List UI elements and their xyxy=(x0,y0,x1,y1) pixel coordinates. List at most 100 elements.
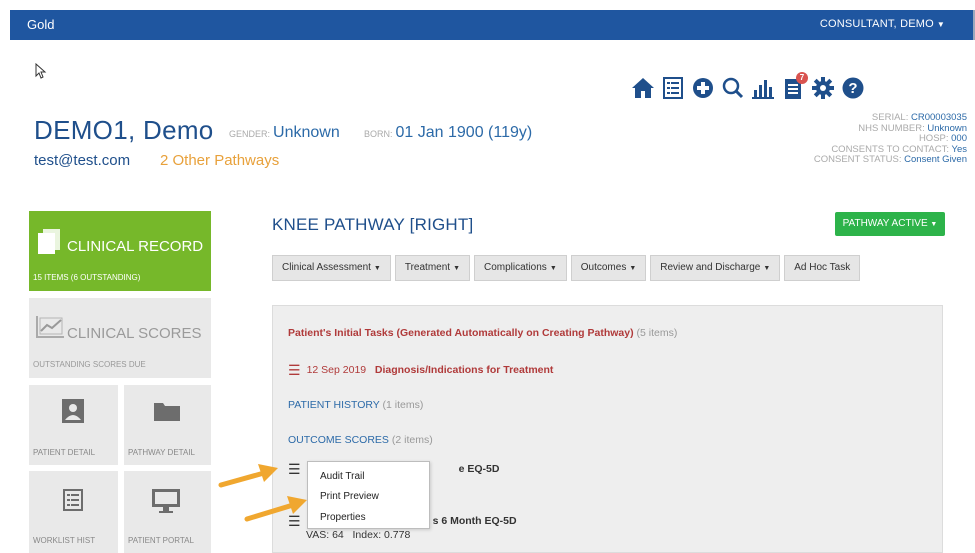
pathway-detail-tile[interactable]: PATHWAY DETAIL xyxy=(124,385,211,465)
pathway-tabs: Clinical Assessment ▼ Treatment ▼ Complica… xyxy=(272,255,861,281)
clinical-record-tile[interactable]: CLINICAL RECORD 15 ITEMS (6 OUTSTANDING) xyxy=(29,211,211,291)
outcome-score-title: e EQ-5D xyxy=(458,463,500,475)
bar-chart-icon[interactable] xyxy=(751,76,775,100)
svg-text:?: ? xyxy=(848,80,857,97)
born-info: BORN: 01 Jan 1900 (119y) xyxy=(364,124,532,142)
tab-ad-hoc-task[interactable]: Ad Hoc Task xyxy=(784,255,861,281)
plus-circle-icon[interactable] xyxy=(691,76,715,100)
brand-name[interactable]: Gold xyxy=(27,17,54,32)
gear-icon[interactable] xyxy=(811,76,835,100)
worklist-hist-label: WORKLIST HIST xyxy=(33,536,96,545)
menu-item-print-preview[interactable]: Print Preview xyxy=(320,491,379,502)
tab-review-and-discharge[interactable]: Review and Discharge ▼ xyxy=(650,255,781,281)
annotation-arrow xyxy=(218,464,278,488)
folder-icon xyxy=(154,403,180,421)
tab-label: Review and Discharge xyxy=(660,262,761,273)
born-value: 01 Jan 1900 (119y) xyxy=(395,124,533,141)
outcome-scores-group[interactable]: OUTCOME SCORES (2 items) xyxy=(288,434,433,446)
top-navbar: Gold CONSULTANT, DEMO ▼ xyxy=(10,10,975,40)
pathway-detail-label: PATHWAY DETAIL xyxy=(128,448,195,457)
user-menu[interactable]: CONSULTANT, DEMO ▼ xyxy=(820,18,945,30)
other-pathways-link[interactable]: 2 Other Pathways xyxy=(160,152,279,169)
serial-label: SERIAL: xyxy=(871,112,909,123)
nhs-value: Unknown xyxy=(927,122,967,134)
consent-contact-label: CONSENTS TO CONTACT: xyxy=(831,143,950,155)
pathway-status-button[interactable]: PATHWAY ACTIVE ▼ xyxy=(835,212,945,236)
search-icon[interactable] xyxy=(721,76,745,100)
initial-tasks-group[interactable]: Patient's Initial Tasks (Generated Autom… xyxy=(288,327,677,339)
caret-down-icon: ▼ xyxy=(936,20,945,29)
tab-treatment[interactable]: Treatment ▼ xyxy=(394,255,470,281)
menu-item-properties[interactable]: Properties xyxy=(320,512,366,523)
patient-history-group[interactable]: PATIENT HISTORY (1 items) xyxy=(288,399,423,411)
clipboard-icon[interactable]: 7 xyxy=(781,72,808,100)
gender-info: GENDER: Unknown xyxy=(229,124,340,142)
caret-down-icon: ▼ xyxy=(373,265,381,272)
annotation-arrow xyxy=(244,496,307,522)
patient-detail-label: PATIENT DETAIL xyxy=(33,448,96,457)
tab-label: Complications xyxy=(484,262,547,273)
pathway-title: KNEE PATHWAY [RIGHT] xyxy=(272,215,474,234)
context-menu: Audit Trail Print Preview Properties xyxy=(307,461,430,529)
patient-name: DEMO1, Demo xyxy=(34,115,214,145)
patient-detail-tile[interactable]: PATIENT DETAIL xyxy=(29,385,118,465)
patient-history-count: (1 items) xyxy=(382,399,424,411)
outcome-scores-title: OUTCOME SCORES xyxy=(288,434,389,446)
hosp-label: HOSP: xyxy=(918,133,949,144)
consent-status-value: Consent Given xyxy=(904,154,967,165)
patient-history-title: PATIENT HISTORY xyxy=(288,399,380,411)
nhs-label: NHS NUMBER: xyxy=(858,122,925,134)
diagnosis-title: Diagnosis/Indications for Treatment xyxy=(374,364,554,376)
diagnosis-row[interactable]: ☰ 12 Sep 2019 Diagnosis/Indications for T… xyxy=(288,362,553,379)
diagnosis-date: 12 Sep 2019 xyxy=(306,364,367,376)
caret-down-icon: ▼ xyxy=(549,265,557,272)
tab-complications[interactable]: Complications ▼ xyxy=(474,255,567,281)
hosp-value: 000 xyxy=(951,133,967,144)
patient-portal-tile[interactable]: PATIENT PORTAL xyxy=(124,471,211,553)
worklist-hist-tile[interactable]: WORKLIST HIST xyxy=(29,471,118,553)
gender-value: Unknown xyxy=(273,124,340,141)
clinical-scores-sub: OUTSTANDING SCORES DUE xyxy=(33,360,146,369)
menu-icon[interactable]: ☰ xyxy=(288,362,301,379)
index-value: Index: 0.778 xyxy=(352,529,411,541)
outcome-score-title: s 6 Month EQ-5D xyxy=(432,515,517,527)
initial-tasks-count: (5 items) xyxy=(636,327,678,339)
vas-value: VAS: 64 xyxy=(306,529,344,541)
tab-label: Outcomes xyxy=(580,262,627,273)
toolbar: 7 ? xyxy=(631,72,865,100)
pathway-status-label: PATHWAY ACTIVE xyxy=(842,218,928,229)
clinical-record-count: 15 ITEMS (6 OUTSTANDING) xyxy=(33,273,141,282)
clinical-record-title: CLINICAL RECORD xyxy=(67,238,204,255)
list-icon[interactable] xyxy=(661,76,685,100)
caret-down-icon: ▼ xyxy=(930,221,938,228)
tab-outcomes[interactable]: Outcomes ▼ xyxy=(570,255,647,281)
initial-tasks-title: Patient's Initial Tasks (Generated Autom… xyxy=(288,327,634,339)
tab-label: Ad Hoc Task xyxy=(794,262,851,273)
tab-label: Treatment xyxy=(404,262,451,273)
clinical-scores-tile[interactable]: CLINICAL SCORES OUTSTANDING SCORES DUE xyxy=(29,298,211,378)
born-label: BORN: xyxy=(364,129,393,139)
caret-down-icon: ▼ xyxy=(629,265,637,272)
patient-identifiers: SERIAL: CR00003035 NHS NUMBER: Unknown H… xyxy=(814,112,968,166)
monitor-icon xyxy=(152,489,180,513)
tab-clinical-assessment[interactable]: Clinical Assessment ▼ xyxy=(272,255,391,281)
menu-item-audit-trail[interactable]: Audit Trail xyxy=(320,471,364,482)
documents-icon xyxy=(38,229,60,254)
patient-portal-label: PATIENT PORTAL xyxy=(128,536,194,545)
clinical-scores-title: CLINICAL SCORES xyxy=(67,325,202,342)
list-icon xyxy=(63,489,83,511)
gender-label: GENDER: xyxy=(229,129,271,139)
caret-down-icon: ▼ xyxy=(763,265,771,272)
serial-value: CR00003035 xyxy=(911,112,967,123)
patient-email[interactable]: test@test.com xyxy=(34,152,130,169)
outcome-score-values: VAS: 64 Index: 0.778 xyxy=(306,529,410,541)
menu-icon[interactable]: ☰ xyxy=(288,461,301,478)
mouse-pointer-icon xyxy=(35,63,47,79)
tab-label: Clinical Assessment xyxy=(282,262,371,273)
consent-contact-value: Yes xyxy=(951,143,968,155)
id-card-icon xyxy=(62,399,84,423)
home-icon[interactable] xyxy=(631,76,655,100)
question-circle-icon[interactable]: ? xyxy=(841,76,865,100)
user-name: CONSULTANT, DEMO xyxy=(819,18,934,30)
score-chart-icon xyxy=(36,316,64,338)
